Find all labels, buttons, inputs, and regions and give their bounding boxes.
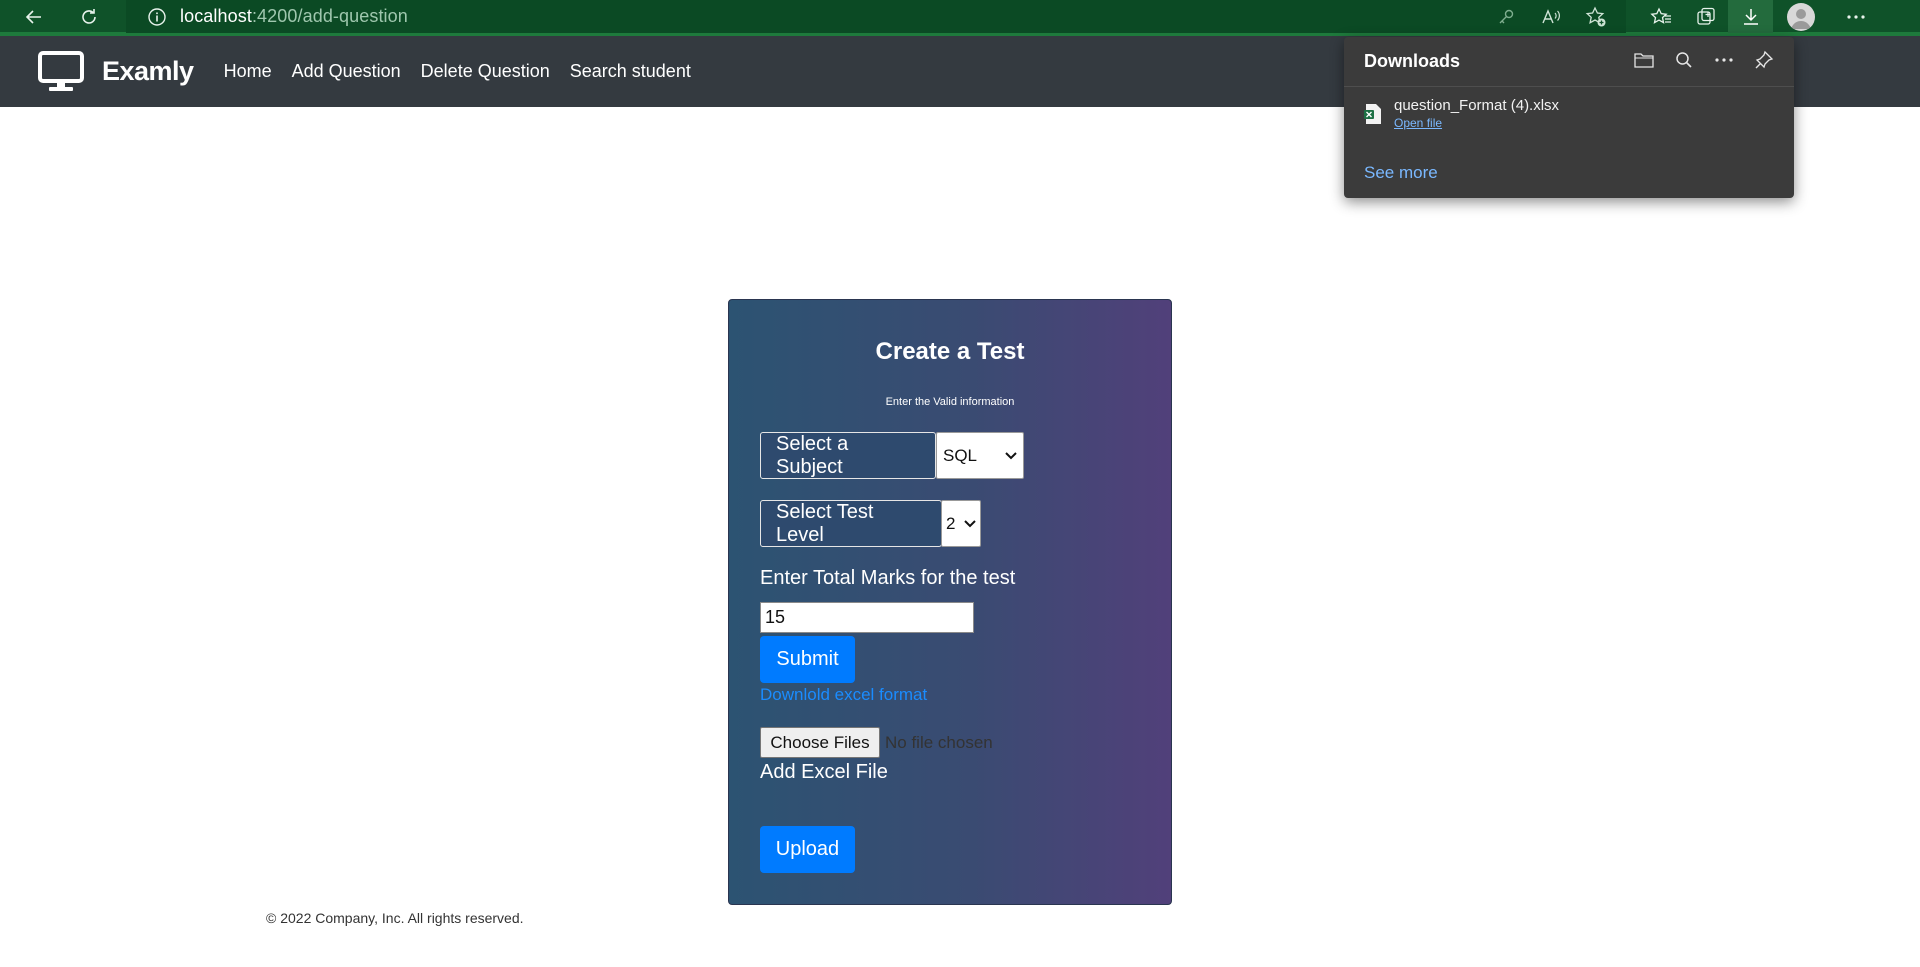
downloads-divider — [1344, 86, 1794, 87]
download-excel-format-link[interactable]: Downlold excel format — [760, 685, 927, 705]
back-button[interactable] — [12, 0, 56, 33]
nav-search-student[interactable]: Search student — [570, 61, 691, 82]
more-options-icon[interactable] — [1704, 45, 1744, 75]
refresh-button[interactable] — [67, 0, 111, 33]
add-excel-file-label: Add Excel File — [760, 761, 888, 783]
refresh-icon — [82, 8, 96, 24]
open-file-link[interactable]: Open file — [1394, 116, 1559, 130]
collections-icon[interactable] — [1683, 0, 1728, 33]
create-test-card: Create a Test Enter the Valid informatio… — [728, 299, 1172, 905]
subject-select[interactable]: SQL — [936, 432, 1024, 479]
site-info-icon[interactable] — [146, 6, 168, 28]
open-folder-icon[interactable] — [1624, 45, 1664, 75]
url-host: localhost — [180, 6, 252, 26]
avatar — [1786, 2, 1815, 31]
pin-icon[interactable] — [1744, 45, 1784, 75]
file-status-text: No file chosen — [885, 733, 993, 752]
profile-button[interactable] — [1773, 0, 1828, 33]
key-icon[interactable] — [1483, 0, 1528, 33]
footer-copyright: © 2022 Company, Inc. All rights reserved… — [266, 910, 524, 926]
subject-select-value: SQL — [943, 445, 978, 465]
nav-links: Home Add Question Delete Question Search… — [224, 61, 711, 82]
test-level-select-value: 2 — [946, 513, 956, 533]
total-marks-label: Enter Total Marks for the test — [760, 567, 1016, 589]
download-file-info: question_Format (4).xlsx Open file — [1394, 97, 1559, 130]
downloads-title: Downloads — [1364, 51, 1461, 71]
monitor-logo-icon[interactable] — [38, 50, 84, 93]
card-subtitle: Enter the Valid information — [885, 396, 1015, 408]
browser-toolbar: localhost:4200/add-question — [0, 0, 1920, 36]
choose-files-button[interactable]: Choose Files — [760, 727, 880, 758]
excel-file-icon — [1364, 104, 1381, 124]
favorites-icon[interactable] — [1638, 0, 1683, 33]
add-favorite-icon[interactable] — [1573, 0, 1618, 33]
upload-button[interactable]: Upload — [760, 826, 855, 873]
select-subject-label: Select a Subject — [760, 432, 936, 479]
read-aloud-icon[interactable] — [1528, 0, 1573, 33]
download-file-name[interactable]: question_Format (4).xlsx — [1394, 97, 1559, 114]
browser-right-icons — [1638, 0, 1884, 33]
total-marks-input[interactable]: 15 — [760, 602, 974, 633]
nav-home[interactable]: Home — [224, 61, 272, 82]
brand-name[interactable]: Examly — [102, 56, 194, 87]
browser-tool-icons — [1483, 0, 1618, 33]
download-item[interactable]: question_Format (4).xlsx Open file — [1364, 97, 1559, 130]
url-path: :4200/add-question — [251, 6, 408, 26]
downloads-tools — [1624, 45, 1784, 75]
test-level-select[interactable]: 2 — [941, 500, 981, 547]
downloads-icon[interactable] — [1728, 0, 1773, 33]
chevron-down-icon — [1005, 451, 1017, 459]
more-menu-icon[interactable] — [1828, 0, 1884, 33]
nav-add-question[interactable]: Add Question — [292, 61, 401, 82]
chevron-down-icon — [964, 519, 976, 527]
downloads-panel: Downloads question_Format (4).xlsx Open … — [1344, 37, 1794, 198]
nav-delete-question[interactable]: Delete Question — [421, 61, 550, 82]
address-bar[interactable]: localhost:4200/add-question — [126, 0, 1626, 33]
select-test-level-label: Select Test Level — [760, 500, 942, 547]
submit-button[interactable]: Submit — [760, 636, 855, 683]
search-icon[interactable] — [1664, 45, 1704, 75]
card-title: Create a Test — [875, 338, 1025, 365]
address-url: localhost:4200/add-question — [180, 6, 408, 27]
back-arrow-icon — [25, 9, 41, 24]
see-more-link[interactable]: See more — [1364, 163, 1438, 183]
